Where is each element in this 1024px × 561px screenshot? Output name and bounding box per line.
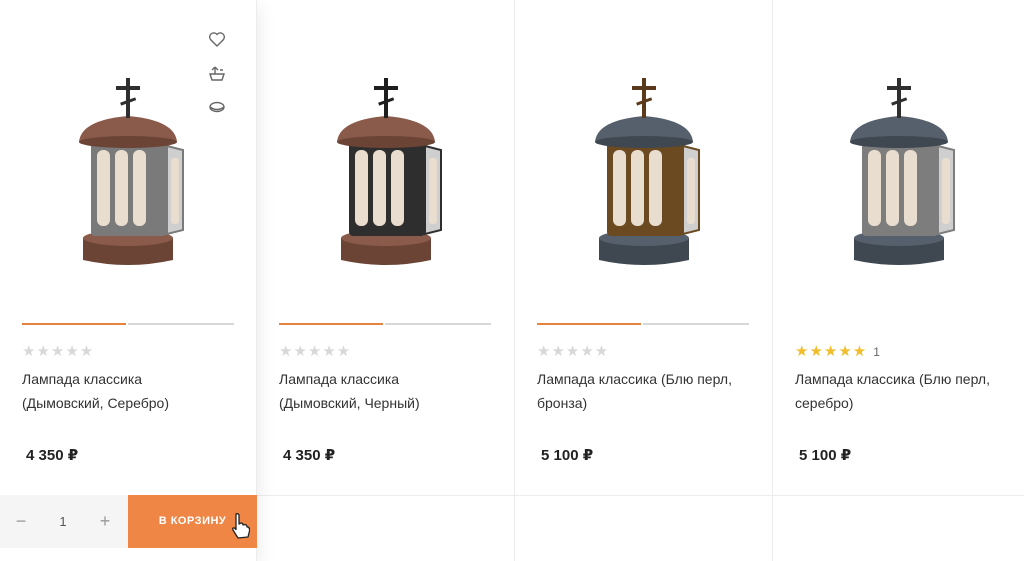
lamp-cross-vertical xyxy=(896,78,901,118)
lamp-glass-panel xyxy=(354,150,368,226)
lamp-roof-edge xyxy=(594,136,693,148)
lamp-glass-panel xyxy=(612,150,626,226)
rating-stars: ★★★★★ xyxy=(22,343,95,360)
lamp-glass-panel xyxy=(115,150,128,226)
lamp-glass-panel xyxy=(97,150,110,226)
lamp-cross-bar xyxy=(886,86,911,90)
card-divider xyxy=(257,495,514,496)
lamp-cross-vertical xyxy=(126,78,130,118)
lamp-glass-panel xyxy=(885,150,899,226)
product-grid: ★★★★★ Лампада классика (Дымовский, Сереб… xyxy=(0,0,1024,561)
lamp-roof-edge xyxy=(336,136,435,148)
lamp-cross-vertical xyxy=(641,78,646,118)
lamp-cross-bar xyxy=(631,86,656,90)
lamp-glass-panel xyxy=(390,150,404,226)
hand-cursor-icon xyxy=(232,513,250,539)
rating-stars: ★★★★★ xyxy=(279,343,352,360)
lamp-cross-bar xyxy=(116,86,140,90)
quantity-value[interactable]: 1 xyxy=(42,495,84,548)
quick-view-icon[interactable] xyxy=(206,96,228,118)
lamp-door-glass xyxy=(686,158,695,224)
product-card[interactable]: ★★★★★ Лампада классика (Дымовский, Сереб… xyxy=(0,0,257,561)
product-price: 5 100 ₽ xyxy=(799,447,852,464)
lamp-image[interactable] xyxy=(321,70,451,270)
card-action-icons xyxy=(206,28,228,130)
lamp-glass-panel xyxy=(867,150,881,226)
rating-count: 1 xyxy=(873,345,880,359)
quantity-stepper: − 1 + xyxy=(0,495,128,548)
product-card[interactable]: ★★★★★ Лампада классика (Дымовский, Черны… xyxy=(257,0,515,561)
product-image[interactable] xyxy=(773,20,1024,290)
lamp-cross-bar xyxy=(373,86,398,90)
lamp-door-glass xyxy=(428,158,437,224)
product-price: 4 350 ₽ xyxy=(283,447,336,464)
image-slider-indicator[interactable] xyxy=(537,323,749,325)
lamp-glass-panel xyxy=(372,150,386,226)
lamp-image[interactable] xyxy=(834,70,964,270)
product-title[interactable]: Лампада классика (Дымовский, Черный) xyxy=(279,367,504,415)
product-image[interactable] xyxy=(515,20,772,290)
quantity-increase-button[interactable]: + xyxy=(84,495,126,548)
product-title[interactable]: Лампада классика (Дымовский, Серебро) xyxy=(22,367,247,415)
product-title[interactable]: Лампада классика (Блю перл, бронза) xyxy=(537,367,762,415)
rating-stars: ★★★★★ 1 xyxy=(795,343,880,360)
product-card[interactable]: ★★★★★ Лампада классика (Блю перл, бронза… xyxy=(515,0,773,561)
quantity-decrease-button[interactable]: − xyxy=(0,495,42,548)
heart-icon[interactable] xyxy=(206,28,228,50)
image-slider-indicator[interactable] xyxy=(279,323,491,325)
product-price: 5 100 ₽ xyxy=(541,447,594,464)
lamp-image[interactable] xyxy=(63,70,193,270)
lamp-roof-edge xyxy=(79,136,177,148)
lamp-glass-panel xyxy=(648,150,662,226)
lamp-roof-edge xyxy=(849,136,948,148)
lamp-door-glass xyxy=(171,158,179,224)
product-price: 4 350 ₽ xyxy=(26,447,79,464)
lamp-cross-vertical xyxy=(383,78,388,118)
lamp-door-glass xyxy=(941,158,950,224)
card-divider xyxy=(515,495,772,496)
product-card[interactable]: ★★★★★ 1 Лампада классика (Блю перл, сереб… xyxy=(773,0,1024,561)
compare-icon[interactable] xyxy=(206,62,228,84)
lamp-glass-panel xyxy=(903,150,917,226)
lamp-glass-panel xyxy=(630,150,644,226)
image-slider-indicator[interactable] xyxy=(22,323,234,325)
card-divider xyxy=(773,495,1024,496)
product-image[interactable] xyxy=(257,20,514,290)
lamp-glass-panel xyxy=(133,150,146,226)
rating-stars: ★★★★★ xyxy=(537,343,610,360)
product-title[interactable]: Лампада классика (Блю перл, серебро) xyxy=(795,367,1020,415)
lamp-image[interactable] xyxy=(579,70,709,270)
